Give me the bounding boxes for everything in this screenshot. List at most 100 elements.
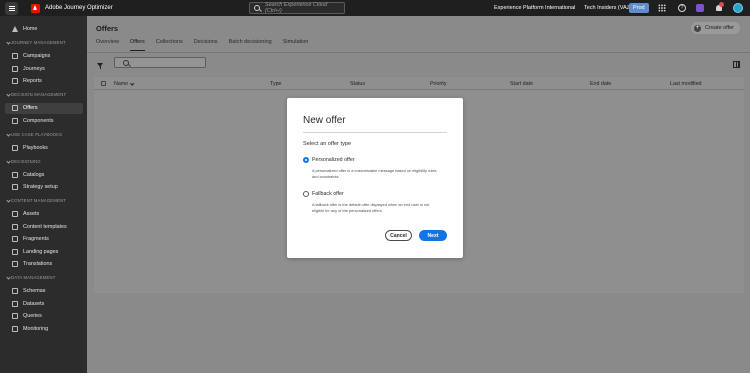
org-switcher[interactable]: Experience Platform International bbox=[494, 5, 575, 11]
sidebar-item-strategy-setup[interactable]: Strategy setup bbox=[5, 182, 83, 193]
column-header-start-date[interactable]: Start date bbox=[510, 81, 533, 87]
adobe-logo-icon[interactable] bbox=[31, 3, 40, 13]
top-bar: Adobe Journey Optimizer Search Experienc… bbox=[0, 0, 750, 16]
sidebar-item-journeys[interactable]: Journeys bbox=[5, 63, 83, 74]
column-header-name[interactable]: Name bbox=[114, 80, 135, 87]
column-header-type[interactable]: Type bbox=[270, 81, 281, 87]
playbooks-icon bbox=[12, 144, 18, 151]
sidebar-item-reports[interactable]: Reports bbox=[5, 76, 83, 87]
help-icon[interactable]: ? bbox=[678, 4, 686, 12]
sidebar-item-assets[interactable]: Assets bbox=[5, 209, 83, 220]
offers-icon bbox=[12, 105, 18, 111]
content-templates-icon bbox=[12, 223, 18, 230]
dialog-title: New offer bbox=[303, 115, 346, 126]
sidebar-item-label: Catalogs bbox=[23, 171, 45, 178]
sidebar-item-catalogs[interactable]: Catalogs bbox=[5, 169, 83, 180]
sidebar-section-journey-management[interactable]: Journey Management bbox=[0, 36, 87, 49]
sidebar-section-content-management[interactable]: Content Management bbox=[0, 194, 87, 207]
sidebar-item-translations[interactable]: Translations bbox=[5, 259, 83, 270]
app-title[interactable]: Adobe Journey Optimizer bbox=[45, 5, 113, 11]
sidebar-section-data-management[interactable]: Data Management bbox=[0, 271, 87, 284]
sidebar-item-label: Schemas bbox=[23, 288, 46, 294]
personalized-offer-label[interactable]: Personalized offer bbox=[312, 157, 355, 163]
sidebar-item-label: Components bbox=[23, 117, 54, 124]
table-header: Name Type Status Priority Start date End… bbox=[94, 77, 744, 90]
tabs-divider bbox=[87, 52, 750, 53]
global-search-placeholder: Search Experience Cloud (Ctrl+/) bbox=[264, 2, 328, 14]
fallback-offer-description: A fallback offer is the default offer di… bbox=[312, 202, 430, 213]
sidebar-section-use-case-playbooks[interactable]: Use Case Playbooks bbox=[0, 128, 87, 141]
sidebar-section-decision-management[interactable]: Decision Management bbox=[0, 88, 87, 101]
translations-icon bbox=[12, 261, 18, 267]
sidebar-item-campaigns[interactable]: Campaigns bbox=[5, 51, 83, 62]
tab-decisions[interactable]: Decisions bbox=[194, 39, 218, 51]
sidebar-item-label: Content templates bbox=[23, 223, 67, 230]
dialog-subtitle: Select an offer type bbox=[303, 141, 352, 147]
sidebar-item-label: Queries bbox=[23, 313, 42, 319]
left-navigation: Home Journey Management Campaigns Journe… bbox=[0, 16, 87, 373]
create-offer-button[interactable]: + Create offer bbox=[691, 22, 740, 34]
sidebar-item-home[interactable]: Home bbox=[5, 24, 83, 35]
column-header-priority[interactable]: Priority bbox=[430, 81, 446, 87]
sidebar-item-label: Monitoring bbox=[23, 325, 49, 332]
global-search-input[interactable]: Search Experience Cloud (Ctrl+/) bbox=[249, 2, 345, 14]
sidebar-item-monitoring[interactable]: Monitoring bbox=[5, 323, 83, 334]
column-header-status[interactable]: Status bbox=[350, 81, 365, 87]
sidebar-item-label: Journeys bbox=[23, 65, 45, 72]
column-header-last-modified[interactable]: Last modified bbox=[670, 81, 702, 87]
sidebar-item-fragments[interactable]: Fragments bbox=[5, 234, 83, 245]
menu-icon bbox=[8, 7, 15, 9]
sidebar-item-label: Home bbox=[23, 26, 38, 32]
sidebar-item-content-templates[interactable]: Content templates bbox=[5, 221, 83, 232]
tab-offers[interactable]: Offers bbox=[129, 39, 145, 51]
next-button[interactable]: Next bbox=[419, 230, 447, 241]
select-all-checkbox[interactable] bbox=[101, 81, 106, 86]
personalized-offer-radio[interactable] bbox=[303, 157, 309, 163]
sandbox-switcher[interactable]: Tech Insiders (VAZ) bbox=[584, 5, 632, 11]
page-title: Offers bbox=[96, 24, 119, 33]
sidebar-item-queries[interactable]: Queries bbox=[5, 311, 83, 322]
environment-badge[interactable]: Prod bbox=[629, 3, 649, 13]
hamburger-menu-button[interactable] bbox=[5, 1, 18, 15]
filter-icon[interactable] bbox=[97, 63, 103, 69]
sidebar-item-schemas[interactable]: Schemas bbox=[5, 286, 83, 297]
sidebar-section-decisioning[interactable]: Decisioning bbox=[0, 155, 87, 168]
reports-icon bbox=[12, 78, 18, 84]
chevron-down-icon bbox=[130, 80, 135, 85]
journeys-icon bbox=[12, 65, 18, 72]
campaigns-icon bbox=[12, 53, 18, 59]
catalogs-icon bbox=[12, 171, 18, 178]
cancel-button[interactable]: Cancel bbox=[385, 230, 412, 241]
apps-grid-icon[interactable] bbox=[658, 4, 666, 12]
fallback-offer-label[interactable]: Fallback offer bbox=[312, 191, 344, 197]
sidebar-item-label: Offers bbox=[23, 105, 38, 111]
tab-collections[interactable]: Collections bbox=[156, 39, 183, 51]
sidebar-item-components[interactable]: Components bbox=[5, 115, 83, 126]
column-settings-icon[interactable] bbox=[733, 61, 740, 68]
sidebar-item-datasets[interactable]: Datasets bbox=[5, 298, 83, 309]
fallback-offer-radio[interactable] bbox=[303, 191, 309, 197]
sidebar-item-offers[interactable]: Offers bbox=[5, 102, 83, 114]
home-icon bbox=[12, 26, 18, 32]
queries-icon bbox=[12, 313, 18, 319]
offers-search-input[interactable] bbox=[114, 57, 206, 68]
sidebar-item-playbooks[interactable]: Playbooks bbox=[5, 142, 83, 153]
landing-pages-icon bbox=[12, 248, 18, 255]
assets-icon bbox=[12, 211, 18, 217]
sidebar-item-label: Campaigns bbox=[23, 53, 51, 59]
tab-batch-decisioning[interactable]: Batch decisioning bbox=[229, 39, 272, 51]
column-header-end-date[interactable]: End date bbox=[590, 81, 611, 87]
user-avatar[interactable] bbox=[733, 3, 743, 13]
fragments-icon bbox=[12, 236, 18, 242]
tab-simulation[interactable]: Simulation bbox=[283, 39, 309, 51]
datasets-icon bbox=[12, 300, 18, 307]
sidebar-item-label: Playbooks bbox=[23, 144, 48, 151]
sidebar-item-landing-pages[interactable]: Landing pages bbox=[5, 246, 83, 257]
tab-list: Overview Offers Collections Decisions Ba… bbox=[96, 39, 319, 51]
tab-overview[interactable]: Overview bbox=[96, 39, 119, 51]
feedback-icon[interactable] bbox=[696, 4, 704, 12]
components-icon bbox=[12, 117, 18, 124]
notification-count-badge bbox=[719, 2, 724, 7]
new-offer-dialog: New offer Select an offer type Personali… bbox=[287, 98, 463, 258]
sidebar-item-label: Fragments bbox=[23, 236, 49, 242]
